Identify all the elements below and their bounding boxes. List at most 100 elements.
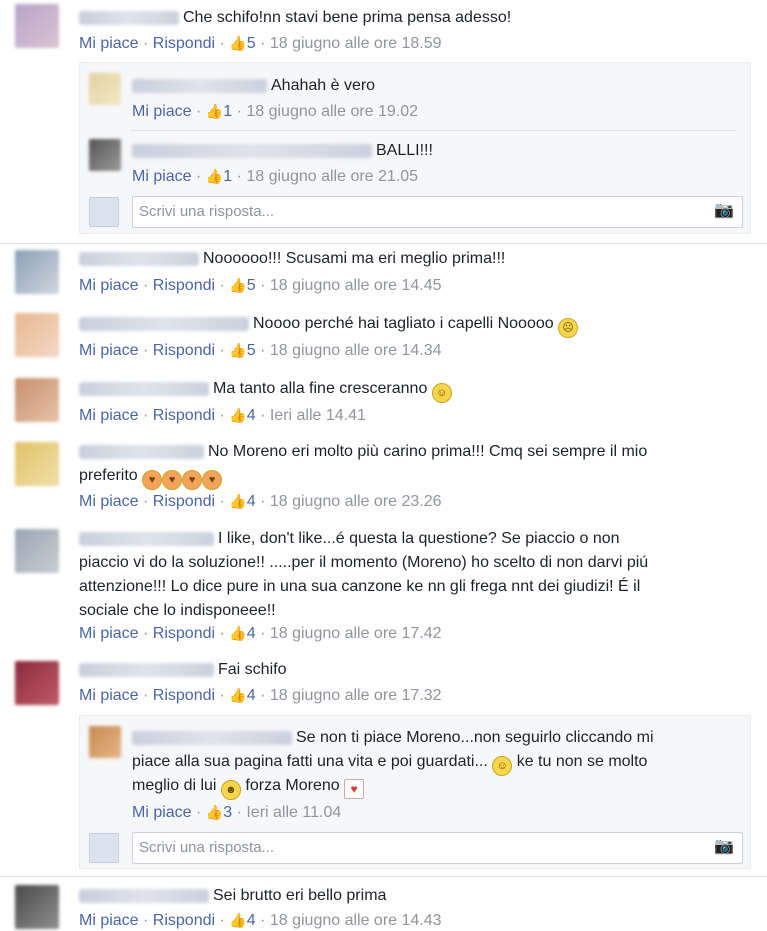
timestamp[interactable]: 18 giugno alle ore 14.34 <box>270 342 442 359</box>
thumbs-up-icon[interactable]: 👍 <box>229 625 246 641</box>
avatar[interactable] <box>89 726 121 758</box>
like-count[interactable]: 4 <box>247 407 256 424</box>
timestamp[interactable]: 18 giugno alle ore 18.59 <box>270 35 442 52</box>
comment-divider <box>0 243 767 244</box>
thumbs-up-icon[interactable]: 👍 <box>229 342 246 358</box>
like-link[interactable]: Mi piace <box>79 493 139 510</box>
like-count[interactable]: 1 <box>223 168 232 185</box>
commenter-name[interactable] <box>79 251 199 266</box>
like-link[interactable]: Mi piace <box>79 625 139 642</box>
thumbs-up-icon[interactable]: 👍 <box>229 493 246 509</box>
smile-emoji-icon: ☺ <box>431 383 452 403</box>
heart-eyes-emoji-icon: ♥ <box>142 470 163 490</box>
avatar[interactable] <box>15 313 59 357</box>
timestamp[interactable]: 18 giugno alle ore 17.42 <box>270 625 442 642</box>
like-count[interactable]: 4 <box>247 493 256 510</box>
like-count[interactable]: 5 <box>247 342 256 359</box>
reply-actions: Mi piace · 👍1 · 18 giugno alle ore 19.02 <box>132 103 419 120</box>
commenter-name[interactable] <box>79 888 209 903</box>
commenter-name[interactable] <box>79 444 204 459</box>
reply-text-line: forza Moreno <box>245 777 340 794</box>
reply-link[interactable]: Rispondi <box>153 493 215 510</box>
reply-link[interactable]: Rispondi <box>153 35 215 52</box>
timestamp[interactable]: Ieri alle 14.41 <box>270 407 366 424</box>
like-count[interactable]: 4 <box>247 912 256 929</box>
reply-link[interactable]: Rispondi <box>153 407 215 424</box>
timestamp[interactable]: 18 giugno alle ore 14.43 <box>270 912 442 929</box>
avatar[interactable] <box>15 529 59 573</box>
timestamp[interactable]: 18 giugno alle ore 23.26 <box>270 493 442 510</box>
like-link[interactable]: Mi piace <box>79 342 139 359</box>
comment-text-line: No Moreno eri molto più carino prima!!! … <box>208 443 648 460</box>
commenter-name[interactable] <box>79 316 249 331</box>
thumbs-up-icon[interactable]: 👍 <box>229 35 246 51</box>
avatar[interactable] <box>89 73 121 105</box>
like-link[interactable]: Mi piace <box>79 277 139 294</box>
comment-divider <box>0 876 767 877</box>
thumbs-up-icon[interactable]: 👍 <box>229 687 246 703</box>
timestamp[interactable]: 18 giugno alle ore 19.02 <box>246 103 418 120</box>
avatar[interactable] <box>15 885 59 929</box>
comment-text: Noooooo!!! Scusami ma eri meglio prima!!… <box>203 250 506 267</box>
commenter-name[interactable] <box>79 381 209 396</box>
commenter-name[interactable] <box>132 730 292 745</box>
comment-actions: Mi piace · Rispondi · 👍5 · 18 giugno all… <box>79 277 442 294</box>
comment-actions: Mi piace · Rispondi · 👍5 · 18 giugno all… <box>79 342 442 359</box>
avatar[interactable] <box>15 661 59 705</box>
timestamp[interactable]: 18 giugno alle ore 17.32 <box>270 687 442 704</box>
avatar[interactable] <box>15 378 59 422</box>
commenter-name[interactable] <box>79 531 214 546</box>
avatar[interactable] <box>89 139 121 171</box>
like-count[interactable]: 3 <box>223 804 232 821</box>
heart-eyes-emoji-icon: ♥ <box>182 470 203 490</box>
reply-input[interactable]: Scrivi una risposta... <box>132 832 743 864</box>
like-link[interactable]: Mi piace <box>132 804 192 821</box>
comment-actions: Mi piace · Rispondi · 👍4 · Ieri alle 14.… <box>79 407 366 424</box>
reply-link[interactable]: Rispondi <box>153 687 215 704</box>
comment-text-line: attenzione!!! Lo dice pure in una sua ca… <box>79 578 641 595</box>
thumbs-up-icon[interactable]: 👍 <box>206 168 223 184</box>
like-link[interactable]: Mi piace <box>79 35 139 52</box>
replies-container: Se non ti piace Moreno...non seguirlo cl… <box>79 715 751 869</box>
avatar[interactable] <box>15 4 59 48</box>
like-count[interactable]: 1 <box>223 103 232 120</box>
like-link[interactable]: Mi piace <box>132 103 192 120</box>
reply-input[interactable]: Scrivi una risposta... <box>132 196 743 228</box>
like-count[interactable]: 4 <box>247 687 256 704</box>
reply-link[interactable]: Rispondi <box>153 277 215 294</box>
thumbs-up-icon[interactable]: 👍 <box>229 277 246 293</box>
avatar[interactable] <box>15 250 59 294</box>
like-link[interactable]: Mi piace <box>132 168 192 185</box>
timestamp[interactable]: 18 giugno alle ore 21.05 <box>246 168 418 185</box>
reply-link[interactable]: Rispondi <box>153 625 215 642</box>
commenter-name[interactable] <box>79 10 179 25</box>
like-count[interactable]: 5 <box>247 277 256 294</box>
avatar <box>89 833 119 863</box>
like-link[interactable]: Mi piace <box>79 912 139 929</box>
reply-actions: Mi piace · 👍3 · Ieri alle 11.04 <box>132 804 342 821</box>
reply-link[interactable]: Rispondi <box>153 342 215 359</box>
reply-text: Ahahah è vero <box>271 77 376 94</box>
comment-text-line: piaccio vi do la soluzione!! .....per il… <box>79 554 649 571</box>
thumbs-up-icon[interactable]: 👍 <box>206 804 223 820</box>
heart-eyes-emoji-icon: ♥ <box>162 470 183 490</box>
comment-actions: Mi piace · Rispondi · 👍4 · 18 giugno all… <box>79 625 442 642</box>
timestamp[interactable]: 18 giugno alle ore 14.45 <box>270 277 442 294</box>
like-link[interactable]: Mi piace <box>79 687 139 704</box>
thumbs-up-icon[interactable]: 👍 <box>206 103 223 119</box>
like-count[interactable]: 5 <box>247 35 256 52</box>
heart-eyes-emoji-icon: ♥ <box>202 470 223 490</box>
grin-emoji-icon: ☻ <box>220 780 241 800</box>
thumbs-up-icon[interactable]: 👍 <box>229 407 246 423</box>
timestamp[interactable]: Ieri alle 11.04 <box>246 804 341 821</box>
camera-icon[interactable]: 📷 <box>714 202 736 220</box>
like-link[interactable]: Mi piace <box>79 407 139 424</box>
camera-icon[interactable]: 📷 <box>714 838 736 856</box>
commenter-name[interactable] <box>132 143 372 158</box>
avatar[interactable] <box>15 442 59 486</box>
commenter-name[interactable] <box>132 78 267 93</box>
reply-link[interactable]: Rispondi <box>153 912 215 929</box>
like-count[interactable]: 4 <box>247 625 256 642</box>
commenter-name[interactable] <box>79 662 214 677</box>
comment-actions: Mi piace · Rispondi · 👍5 · 18 giugno all… <box>79 35 442 52</box>
